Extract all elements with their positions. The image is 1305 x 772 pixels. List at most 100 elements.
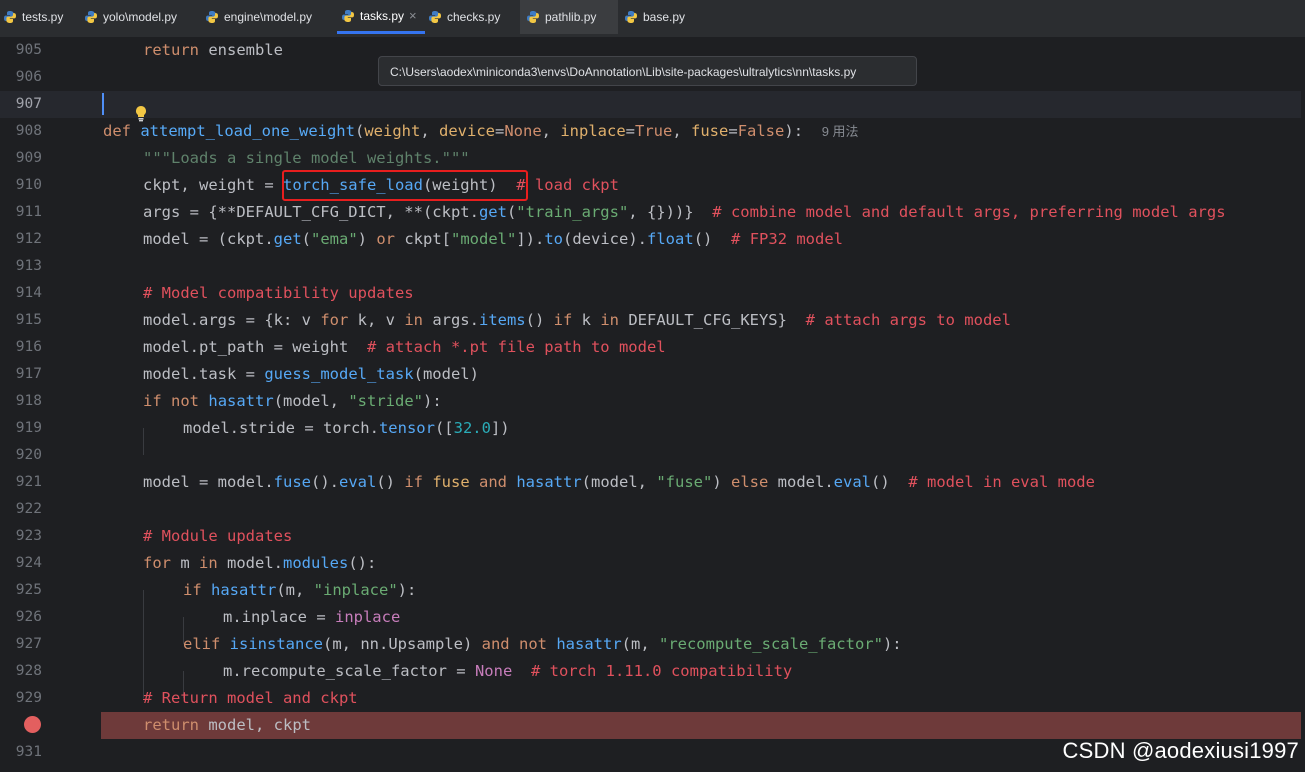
- tab-tasks-py[interactable]: tasks.py ×: [337, 0, 425, 34]
- code-text: model.stride = torch.tensor([32.0]): [183, 419, 510, 437]
- line-number: 916: [15, 339, 42, 355]
- line-number: 931: [15, 744, 42, 760]
- code-line[interactable]: 915 model.args = {k: v for k, v in args.…: [0, 307, 1305, 334]
- line-number: 917: [15, 366, 42, 382]
- tab-label: base.py: [643, 10, 686, 24]
- code-text: return model, ckpt: [143, 716, 311, 734]
- code-text: return ensemble: [143, 41, 283, 59]
- line-number: 924: [15, 555, 42, 571]
- breakpoint-icon[interactable]: [24, 716, 41, 733]
- python-icon: [206, 11, 218, 23]
- tab-label: tasks.py: [360, 8, 405, 23]
- code-line[interactable]: 922: [0, 496, 1305, 523]
- code-line[interactable]: 918 if not hasattr(model, "stride"):: [0, 388, 1305, 415]
- tooltip-path: C:\Users\aodex\miniconda3\envs\DoAnnotat…: [390, 65, 857, 79]
- line-number: 908: [15, 123, 42, 139]
- code-line[interactable]: 928 m.recompute_scale_factor = None # to…: [0, 658, 1305, 685]
- line-number: 915: [15, 312, 42, 328]
- python-icon: [4, 11, 17, 23]
- python-icon: [527, 11, 539, 23]
- comment: # Module updates: [143, 527, 293, 545]
- code-text: m.inplace = inplace: [223, 608, 401, 626]
- code-line[interactable]: 914 # Model compatibility updates: [0, 280, 1305, 307]
- code-line[interactable]: 921 model = model.fuse().eval() if fuse …: [0, 469, 1305, 496]
- lightbulb-icon[interactable]: [134, 105, 148, 122]
- line-number: 905: [15, 42, 42, 58]
- editor-tab-bar: tests.py yolo\model.py engine\model.py t…: [0, 0, 1305, 38]
- code-text: if not hasattr(model, "stride"):: [143, 392, 442, 410]
- tab-yolo-model-py[interactable]: yolo\model.py: [84, 0, 198, 34]
- python-icon: [429, 11, 441, 23]
- watermark: CSDN @aodexiusi1997: [1062, 738, 1299, 763]
- tab-label: engine\model.py: [224, 10, 313, 24]
- code-line[interactable]: 920: [0, 442, 1305, 469]
- line-number: 911: [15, 204, 42, 220]
- tab-label: pathlib.py: [545, 10, 597, 24]
- tab-tests-py[interactable]: tests.py: [0, 0, 79, 34]
- code-text: m.recompute_scale_factor = None # torch …: [223, 662, 793, 680]
- file-path-tooltip: C:\Users\aodex\miniconda3\envs\DoAnnotat…: [378, 56, 917, 86]
- code-line[interactable]: 919 model.stride = torch.tensor([32.0]): [0, 415, 1305, 442]
- code-text: model.pt_path = weight # attach *.pt fil…: [143, 338, 666, 356]
- code-line[interactable]: 912 model = (ckpt.get("ema") or ckpt["mo…: [0, 226, 1305, 253]
- tab-pathlib-py[interactable]: pathlib.py: [520, 0, 618, 34]
- code-line[interactable]: 908 def attempt_load_one_weight(weight, …: [0, 118, 1305, 145]
- python-icon: [625, 11, 637, 23]
- line-number: 927: [15, 636, 42, 652]
- code-line[interactable]: 913: [0, 253, 1305, 280]
- code-line[interactable]: 923 # Module updates: [0, 523, 1305, 550]
- code-line[interactable]: 927 elif isinstance(m, nn.Upsample) and …: [0, 631, 1305, 658]
- code-text: def attempt_load_one_weight(weight, devi…: [103, 122, 859, 140]
- comment: # Model compatibility updates: [143, 284, 414, 302]
- vertical-scrollbar[interactable]: [1301, 37, 1305, 772]
- text-caret: [102, 93, 104, 115]
- code-text: model = (ckpt.get("ema") or ckpt["model"…: [143, 230, 844, 248]
- line-number: 918: [15, 393, 42, 409]
- line-number: 921: [15, 474, 42, 490]
- code-line[interactable]: 911 args = {**DEFAULT_CFG_DICT, **(ckpt.…: [0, 199, 1305, 226]
- line-number: 906: [15, 69, 42, 85]
- breakpoint-line[interactable]: return model, ckpt: [101, 712, 1305, 739]
- line-number: 912: [15, 231, 42, 247]
- line-number: 919: [15, 420, 42, 436]
- code-line[interactable]: 916 model.pt_path = weight # attach *.pt…: [0, 334, 1305, 361]
- line-number: 922: [15, 501, 42, 517]
- close-icon[interactable]: ×: [409, 8, 417, 23]
- code-text: model.args = {k: v for k, v in args.item…: [143, 311, 1011, 329]
- line-number: 913: [15, 258, 42, 274]
- line-number: 928: [15, 663, 42, 679]
- code-line-current[interactable]: 907: [0, 91, 1305, 118]
- line-number: 907: [15, 96, 42, 112]
- python-icon: [85, 11, 97, 23]
- code-text: args = {**DEFAULT_CFG_DICT, **(ckpt.get(…: [143, 203, 1226, 221]
- line-number: 929: [15, 690, 42, 706]
- highlight-annotation-box: [282, 170, 528, 201]
- code-text: model = model.fuse().eval() if fuse and …: [143, 473, 1095, 491]
- comment: # Return model and ckpt: [143, 689, 358, 707]
- line-number: 926: [15, 609, 42, 625]
- code-line[interactable]: 926 m.inplace = inplace: [0, 604, 1305, 631]
- tab-checks-py[interactable]: checks.py: [428, 0, 516, 34]
- line-number: 910: [15, 177, 42, 193]
- code-line[interactable]: 929 # Return model and ckpt: [0, 685, 1305, 712]
- line-number: 914: [15, 285, 42, 301]
- tab-label: checks.py: [447, 10, 501, 24]
- code-line[interactable]: 924 for m in model.modules():: [0, 550, 1305, 577]
- docstring: """Loads a single model weights.""": [143, 149, 470, 167]
- tab-engine-model-py[interactable]: engine\model.py: [205, 0, 333, 34]
- code-text: model.task = guess_model_task(model): [143, 365, 479, 383]
- code-text: if hasattr(m, "inplace"):: [183, 581, 417, 599]
- code-line[interactable]: 910 ckpt, weight = torch_safe_load(weigh…: [0, 172, 1305, 199]
- code-line[interactable]: 925 if hasattr(m, "inplace"):: [0, 577, 1305, 604]
- line-number: 923: [15, 528, 42, 544]
- code-line[interactable]: 917 model.task = guess_model_task(model): [0, 361, 1305, 388]
- code-editor[interactable]: 905 return ensemble 906 907 908 def atte…: [0, 37, 1305, 772]
- usages-inlay-hint[interactable]: 9 用法: [822, 124, 859, 139]
- line-number: 909: [15, 150, 42, 166]
- python-icon: [342, 9, 354, 22]
- code-text: elif isinstance(m, nn.Upsample) and not …: [183, 635, 902, 653]
- tab-base-py[interactable]: base.py: [624, 0, 702, 34]
- tab-label: yolo\model.py: [103, 10, 178, 24]
- tab-label: tests.py: [22, 10, 64, 24]
- code-line[interactable]: 909 """Loads a single model weights.""": [0, 145, 1305, 172]
